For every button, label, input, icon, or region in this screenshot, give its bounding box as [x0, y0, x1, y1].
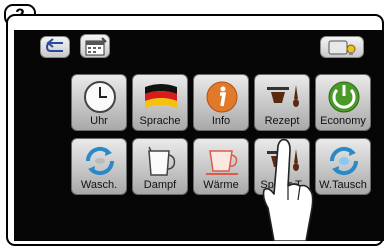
tile-steam[interactable]: Dampf — [132, 138, 188, 195]
water-exchange-icon — [329, 146, 359, 176]
tile-wash-label: Wasch. — [80, 179, 118, 191]
card-settings-button[interactable] — [320, 36, 364, 58]
tile-info[interactable]: Info — [193, 74, 249, 131]
calendar-wrench-icon — [85, 37, 107, 56]
german-flag-icon — [145, 84, 177, 108]
clock-icon — [84, 81, 116, 113]
tile-recipe-label: Rezept — [264, 115, 300, 127]
calendar-settings-button[interactable] — [80, 34, 110, 58]
steam-jug-icon — [148, 146, 176, 176]
tile-steam-label: Dampf — [143, 179, 177, 191]
recipe-cup-icon — [267, 85, 299, 107]
tile-recipe[interactable]: Rezept — [254, 74, 310, 131]
eco-power-icon — [328, 81, 360, 113]
info-icon — [206, 81, 238, 113]
tile-clock[interactable]: Uhr — [71, 74, 127, 131]
wash-cycle-icon — [85, 146, 115, 176]
device-screen: Uhr Sprache Info Rezept Economy Wasch. D… — [14, 30, 384, 241]
tile-economy-label: Economy — [320, 115, 366, 127]
card-settings-icon — [328, 40, 356, 55]
back-button[interactable] — [40, 36, 70, 58]
back-arrow-icon — [45, 38, 63, 52]
tile-clock-label: Uhr — [90, 115, 108, 127]
tile-water-exchange-label: W.Tausch — [319, 179, 367, 191]
tile-warmer[interactable]: Wärme — [193, 138, 249, 195]
tile-wash[interactable]: Wasch. — [71, 138, 127, 195]
tile-warmer-label: Wärme — [203, 179, 239, 191]
tile-water-exchange[interactable]: W.Tausch — [315, 138, 371, 195]
pointing-hand-icon — [262, 138, 314, 241]
tile-economy[interactable]: Economy — [315, 74, 371, 131]
tile-language[interactable]: Sprache — [132, 74, 188, 131]
tile-info-label: Info — [211, 115, 231, 127]
tile-language-label: Sprache — [139, 115, 181, 127]
cup-warmer-icon — [206, 150, 238, 175]
